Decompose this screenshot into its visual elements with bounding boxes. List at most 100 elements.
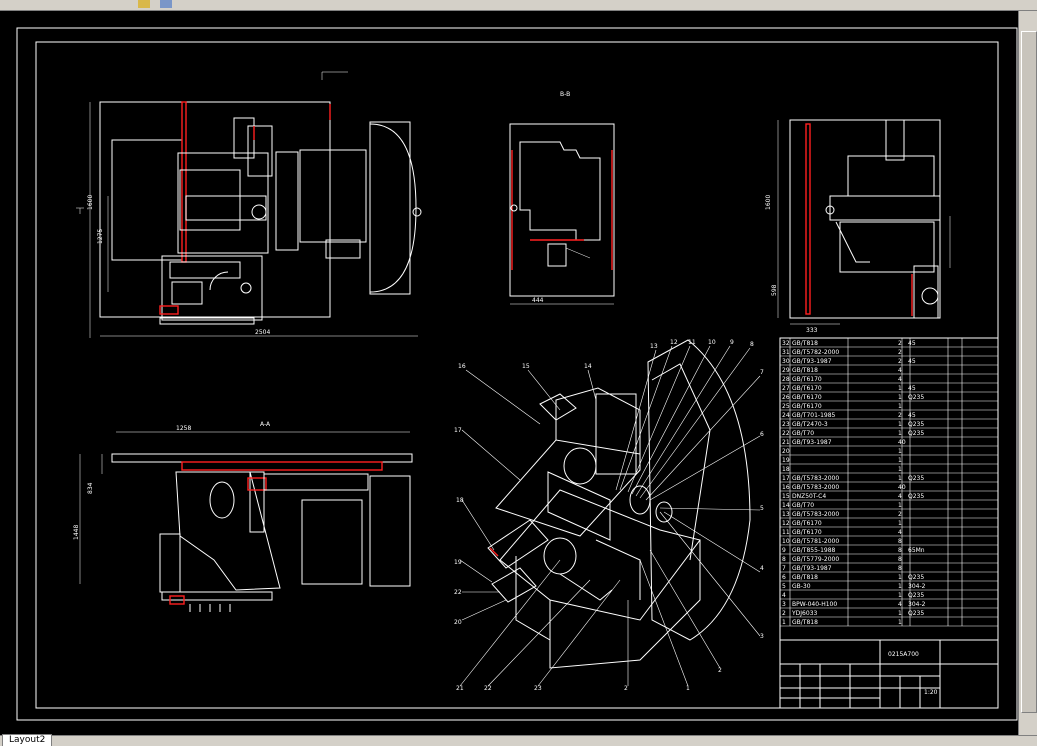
bom-cell-code: GB/T6170 — [792, 394, 822, 401]
bom-cell-qty: 1 — [898, 403, 902, 410]
bom-cell-mat: Q235 — [908, 493, 924, 500]
bom-cell-no: 23 — [782, 421, 790, 428]
svg-text:14: 14 — [584, 363, 592, 370]
side-view: 1600 598 333 — [765, 119, 951, 334]
bom-cell-no: 2 — [782, 610, 786, 617]
bom-cell-code: DNZ50T-C4 — [792, 493, 826, 500]
bom-cell-mat: 45 — [908, 340, 916, 347]
bom-cell-code: GB/T818 — [792, 340, 818, 347]
bom-cell-qty: 1 — [898, 502, 902, 509]
bom-cell-code: GB/T855-1988 — [792, 547, 836, 554]
cad-drawing: 2504 1600 1275 B-B 444 1600 598 333 A-A … — [16, 27, 1018, 721]
side-dim-c: 333 — [806, 327, 818, 334]
bom-cell-qty: 40 — [898, 484, 906, 491]
bom-cell-mat: 45 — [908, 412, 916, 419]
bom-cell-qty: 1 — [898, 583, 902, 590]
bom-cell-code: GB/T6170 — [792, 520, 822, 527]
bom-cell-qty: 2 — [898, 349, 902, 356]
bom-cell-no: 31 — [782, 349, 790, 356]
section-b-label: B-B — [560, 91, 570, 98]
svg-text:22: 22 — [484, 685, 492, 692]
bom-cell-code: GB/T93-1987 — [792, 439, 832, 446]
bom-cell-code: GB/T5783-2000 — [792, 511, 839, 518]
bom-cell-no: 22 — [782, 430, 790, 437]
bom-cell-no: 18 — [782, 466, 790, 473]
bom-cell-no: 17 — [782, 475, 790, 482]
svg-text:15: 15 — [522, 363, 530, 370]
bom-cell-no: 13 — [782, 511, 790, 518]
bom-cell-qty: 4 — [898, 376, 902, 383]
svg-text:13: 13 — [650, 343, 658, 350]
bom-cell-no: 19 — [782, 457, 790, 464]
bom-cell-qty: 1 — [898, 619, 902, 626]
bom-cell-no: 12 — [782, 520, 790, 527]
bom-cell-qty: 1 — [898, 475, 902, 482]
section-a-dim: 1258 — [176, 425, 191, 432]
svg-text:11: 11 — [688, 339, 696, 346]
bom-cell-code: GB/T70 — [792, 430, 814, 437]
bom-cell-mat: 304-2 — [908, 601, 926, 608]
bom-cell-qty: 8 — [898, 565, 902, 572]
bom-cell-no: 7 — [782, 565, 786, 572]
top-dim-height: 1600 — [87, 195, 94, 210]
bom-cell-qty: 4 — [898, 493, 902, 500]
bom-cell-qty: 4 — [898, 601, 902, 608]
svg-text:4: 4 — [760, 565, 764, 572]
bom-cell-mat: Q235 — [908, 421, 924, 428]
bom-cell-qty: 2 — [898, 412, 902, 419]
bom-cell-code: GB/T818 — [792, 619, 818, 626]
bom-cell-qty: 2 — [898, 340, 902, 347]
bom-cell-qty: 4 — [898, 367, 902, 374]
bom-cell-qty: 1 — [898, 592, 902, 599]
svg-text:20: 20 — [454, 619, 462, 626]
bom-cell-no: 32 — [782, 340, 790, 347]
vertical-scrollbar[interactable] — [1018, 11, 1037, 735]
bom-cell-no: 27 — [782, 385, 790, 392]
svg-text:8: 8 — [750, 341, 754, 348]
svg-text:2: 2 — [624, 685, 628, 692]
bom-cell-code: GB/T6170 — [792, 529, 822, 536]
status-bar — [0, 735, 1037, 746]
title-scale: 1:20 — [924, 689, 938, 696]
bom-cell-code: GB/T5783-2000 — [792, 484, 839, 491]
svg-text:19: 19 — [454, 559, 462, 566]
bom-cell-mat: Q235 — [908, 574, 924, 581]
bom-cell-no: 6 — [782, 574, 786, 581]
bom-cell-code: GB-30 — [792, 583, 811, 590]
bom-cell-no: 3 — [782, 601, 786, 608]
bom-cell-code: BPW-040-H100 — [792, 601, 837, 608]
top-dim-width: 2504 — [255, 329, 270, 336]
section-a-label: A-A — [260, 421, 271, 428]
bom-cell-code: GB/T70 — [792, 502, 814, 509]
bom-cell-mat: Q235 — [908, 475, 924, 482]
bom-cell-qty: 1 — [898, 421, 902, 428]
bom-cell-qty: 1 — [898, 394, 902, 401]
title-code: 0215A700 — [888, 651, 919, 658]
bom-cell-no: 21 — [782, 439, 790, 446]
bom-cell-qty: 40 — [898, 439, 906, 446]
bom-cell-qty: 1 — [898, 457, 902, 464]
svg-text:9: 9 — [730, 339, 734, 346]
bom-cell-mat: Q235 — [908, 610, 924, 617]
scrollbar-thumb[interactable] — [1021, 31, 1037, 713]
bom-cell-no: 11 — [782, 529, 790, 536]
bom-cell-qty: 1 — [898, 520, 902, 527]
bom-cell-no: 24 — [782, 412, 790, 419]
parts-list-table: 32 GB/T818 2 4531 GB/T5782-2000 230 GB/T93-198… — [779, 337, 999, 709]
bom-cell-qty: 4 — [898, 529, 902, 536]
svg-text:18: 18 — [456, 497, 464, 504]
bom-cell-qty: 8 — [898, 547, 902, 554]
bom-cell-code: GB/T5779-2000 — [792, 556, 839, 563]
bom-cell-code: GB/T6170 — [792, 403, 822, 410]
bom-cell-qty: 2 — [898, 358, 902, 365]
bom-cell-mat: 45 — [908, 385, 916, 392]
tab-layout2[interactable]: Layout2 — [2, 734, 53, 746]
bom-cell-no: 10 — [782, 538, 790, 545]
bom-cell-code: GB/T5781-2000 — [792, 538, 839, 545]
svg-text:23: 23 — [534, 685, 542, 692]
bom-cell-qty: 8 — [898, 538, 902, 545]
bom-cell-no: 26 — [782, 394, 790, 401]
bom-cell-code: GB/T93-1987 — [792, 358, 832, 365]
bom-cell-no: 28 — [782, 376, 790, 383]
bom-cell-no: 4 — [782, 592, 786, 599]
